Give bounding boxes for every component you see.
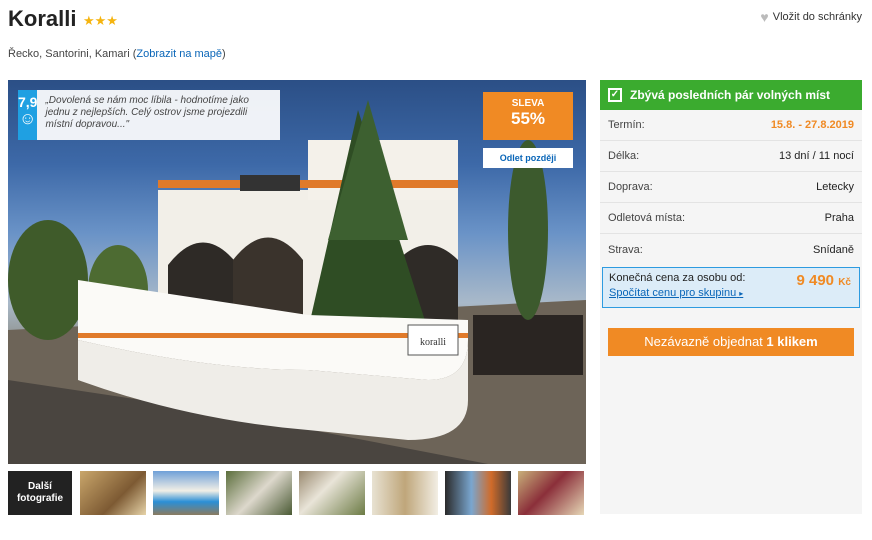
departure-value: Praha — [824, 212, 854, 224]
price-box: Konečná cena za osobu od: 9 490 Kč Spočí… — [602, 267, 860, 308]
thumbnail-7[interactable] — [518, 471, 584, 515]
sale-percent: 55% — [510, 109, 546, 128]
hotel-location: Řecko, Santorini, Kamari (Zobrazit na ma… — [8, 48, 226, 60]
chevron-right-icon: ▸ — [739, 289, 744, 298]
rating-score: 7,9 — [18, 94, 38, 110]
offer-panel: ✓ Zbývá posledních pár volných míst Term… — [600, 80, 862, 514]
thumbnail-2[interactable] — [153, 471, 219, 515]
offer-row-departure: Odletová místa: Praha — [600, 203, 862, 234]
order-button[interactable]: Nezávazně objednat 1 klikem — [608, 328, 854, 356]
location-text: Řecko, Santorini, Kamari — [8, 48, 130, 60]
board-label: Strava: — [608, 243, 643, 256]
transport-value: Letecky — [816, 181, 854, 193]
order-text: Nezávazně objednat — [644, 334, 763, 349]
sale-badge: SLEVA 55% — [483, 92, 573, 140]
offer-row-date: Termín: 15.8. - 27.8.2019 — [600, 110, 862, 141]
availability-text: Zbývá posledních pár volných míst — [630, 88, 831, 102]
availability-banner: ✓ Zbývá posledních pár volných míst — [600, 80, 862, 110]
more-photos-label-2: fotografie — [16, 493, 64, 504]
sale-label: SLEVA — [511, 98, 545, 109]
main-photo[interactable]: koralli 7,9 ☺ „Dovolená se nám moc líbil… — [8, 80, 586, 464]
offer-row-board: Strava: Snídaně — [600, 234, 862, 265]
checkmark-icon: ✓ — [608, 88, 622, 102]
length-value: 13 dní / 11 nocí — [778, 150, 854, 162]
star-rating: ★★★ — [83, 13, 118, 28]
hotel-title: Koralli — [8, 6, 77, 31]
show-on-map-link[interactable]: Zobrazit na mapě — [136, 48, 222, 60]
offer-row-length: Délka: 13 dní / 11 nocí — [600, 141, 862, 172]
offer-row-transport: Doprava: Letecky — [600, 172, 862, 203]
thumbnail-6[interactable] — [445, 471, 511, 515]
more-photos-label-1: Další — [28, 481, 52, 492]
departure-label: Odletová místa: — [608, 212, 686, 224]
heart-icon: ♥ — [760, 9, 769, 25]
favorites-label: Vložit do schránky — [772, 11, 862, 23]
thumbnail-3[interactable] — [226, 471, 292, 515]
board-value: Snídaně — [813, 243, 854, 256]
thumbnail-4[interactable] — [299, 471, 365, 515]
price-amount: 9 490 Kč — [796, 272, 851, 289]
smiley-icon: ☺ — [19, 109, 37, 128]
price-value: 9 490 — [796, 272, 835, 289]
review-box[interactable]: 7,9 ☺ „Dovolená se nám moc líbila - hodn… — [18, 90, 280, 140]
later-departure-button[interactable]: Odlet později — [483, 148, 573, 168]
date-label: Termín: — [608, 119, 645, 131]
price-currency: Kč — [838, 277, 851, 288]
thumbnail-5[interactable] — [372, 471, 438, 515]
thumbnail-strip: Další fotografie — [8, 471, 586, 515]
svg-text:koralli: koralli — [420, 337, 446, 348]
order-bold-text: 1 klikem — [766, 334, 818, 349]
group-price-label: Spočítat cenu pro skupinu — [609, 287, 737, 299]
date-value: 15.8. - 27.8.2019 — [770, 119, 854, 131]
rating-badge: 7,9 ☺ — [18, 90, 38, 140]
length-label: Délka: — [608, 150, 640, 162]
more-photos-button[interactable]: Další fotografie — [8, 471, 72, 515]
add-to-favorites[interactable]: ♥ Vložit do schránky — [760, 9, 862, 25]
transport-label: Doprava: — [608, 181, 653, 193]
review-quote: „Dovolená se nám moc líbila - hodnotíme … — [45, 95, 249, 130]
thumbnail-1[interactable] — [80, 471, 146, 515]
